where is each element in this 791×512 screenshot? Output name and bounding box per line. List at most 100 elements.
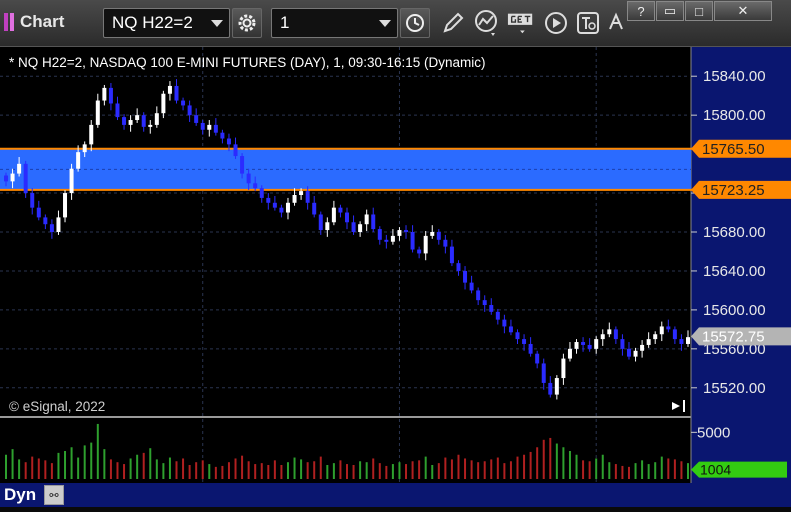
candle-body	[292, 195, 297, 203]
get-data-button[interactable]	[506, 8, 536, 38]
candle-body	[443, 239, 448, 247]
candle-body	[423, 235, 428, 254]
chart-header: * NQ H22=2, NASDAQ 100 E-MINI FUTURES (D…	[9, 55, 486, 70]
text-tool-icon	[577, 12, 599, 34]
price-chart[interactable]: 15840.0015800.0015720.0015680.0015640.00…	[0, 47, 791, 507]
candle-body	[594, 339, 599, 349]
link-icon[interactable]: ⚯	[44, 485, 64, 505]
candle-body	[56, 217, 61, 232]
candle-body	[115, 103, 120, 118]
price-tick-label: 15680.00	[703, 224, 766, 241]
candle-body	[318, 214, 323, 231]
candle-body	[259, 188, 264, 198]
help-button[interactable]: ?	[627, 1, 655, 21]
candle-body	[82, 144, 87, 153]
candle-body	[194, 115, 199, 123]
candle-body	[364, 214, 369, 225]
symbol-dropdown[interactable]: NQ H22=2	[103, 8, 230, 38]
candle-body	[174, 85, 179, 101]
candle-body	[613, 329, 618, 340]
candle-body	[253, 183, 258, 189]
candle-body	[89, 124, 94, 145]
candle-body	[279, 207, 284, 213]
text-tool-button[interactable]	[573, 8, 603, 38]
candle-body	[141, 115, 146, 127]
candle-body	[23, 163, 28, 194]
chart-window[interactable]: 15840.0015800.0015720.0015680.0015640.00…	[0, 47, 791, 507]
clock-button[interactable]	[400, 8, 430, 38]
candle-body	[135, 115, 140, 121]
price-tick-label: 15800.00	[703, 107, 766, 124]
interval-dropdown[interactable]: 1	[271, 8, 398, 38]
candle-body	[30, 193, 35, 208]
candle-body	[659, 326, 664, 335]
candle-body	[233, 144, 238, 157]
settings-button[interactable]	[232, 8, 262, 38]
price-tick-label: 15840.00	[703, 68, 766, 85]
candle-body	[331, 207, 336, 223]
candle-body	[449, 246, 454, 264]
candle-body	[76, 152, 81, 169]
last-price-label: 15572.75	[702, 328, 765, 345]
candle-body	[463, 270, 468, 283]
candle-body	[404, 230, 409, 233]
candle-body	[338, 207, 343, 213]
candle-body	[390, 235, 395, 242]
symbol-value: NQ H22=2	[112, 13, 193, 32]
candle-body	[679, 339, 684, 344]
maximize-icon: □	[695, 3, 703, 19]
candle-body	[345, 212, 349, 223]
candle-body	[581, 342, 586, 345]
candle-body	[213, 124, 218, 133]
candle-body	[36, 207, 41, 218]
candle-body	[17, 163, 22, 174]
get-data-icon	[507, 13, 533, 34]
candle-body	[574, 342, 579, 349]
studies-icon	[475, 10, 497, 36]
candle-body	[154, 113, 159, 125]
candle-body	[410, 232, 415, 250]
candle-body	[600, 334, 605, 340]
candle-body	[122, 117, 127, 125]
candle-body	[181, 100, 186, 106]
candle-body	[456, 263, 461, 271]
candle-body	[377, 229, 382, 240]
close-button[interactable]: ✕	[714, 1, 772, 21]
candle-body	[502, 319, 507, 327]
candle-body	[285, 202, 290, 213]
dyn-mode-label[interactable]: Dyn	[4, 485, 36, 505]
candle-body	[620, 339, 625, 349]
candle-body	[266, 197, 271, 203]
candle-body	[299, 191, 304, 195]
candle-body	[10, 173, 15, 182]
candle-body	[187, 105, 192, 116]
chevron-down-icon	[379, 20, 391, 27]
play-button[interactable]	[541, 8, 571, 38]
candle-body	[672, 329, 677, 340]
candle-body	[351, 222, 356, 232]
candle-body	[633, 350, 638, 357]
candle-body	[128, 120, 133, 125]
candle-body	[653, 334, 658, 340]
candle-body	[469, 282, 474, 291]
help-icon: ?	[637, 3, 645, 19]
last-volume-label: 1004	[700, 462, 731, 478]
candle-body	[508, 326, 513, 333]
chevron-down-icon	[211, 20, 223, 27]
candle-body	[686, 337, 690, 344]
candle-body	[4, 175, 8, 182]
studies-button[interactable]	[472, 8, 502, 38]
candle-body	[325, 222, 330, 231]
restore-button[interactable]: ▭	[656, 1, 684, 21]
copyright-text: © eSignal, 2022	[9, 399, 106, 414]
candle-body	[587, 344, 592, 349]
band-upper-label: 15765.50	[702, 141, 765, 158]
candle-body	[417, 249, 422, 254]
draw-button[interactable]	[438, 8, 468, 38]
maximize-button[interactable]: □	[685, 1, 713, 21]
candle-body	[436, 232, 441, 240]
candle-body	[548, 382, 553, 395]
candle-body	[167, 85, 172, 94]
restore-icon: ▭	[663, 3, 677, 18]
candle-body	[69, 168, 74, 194]
